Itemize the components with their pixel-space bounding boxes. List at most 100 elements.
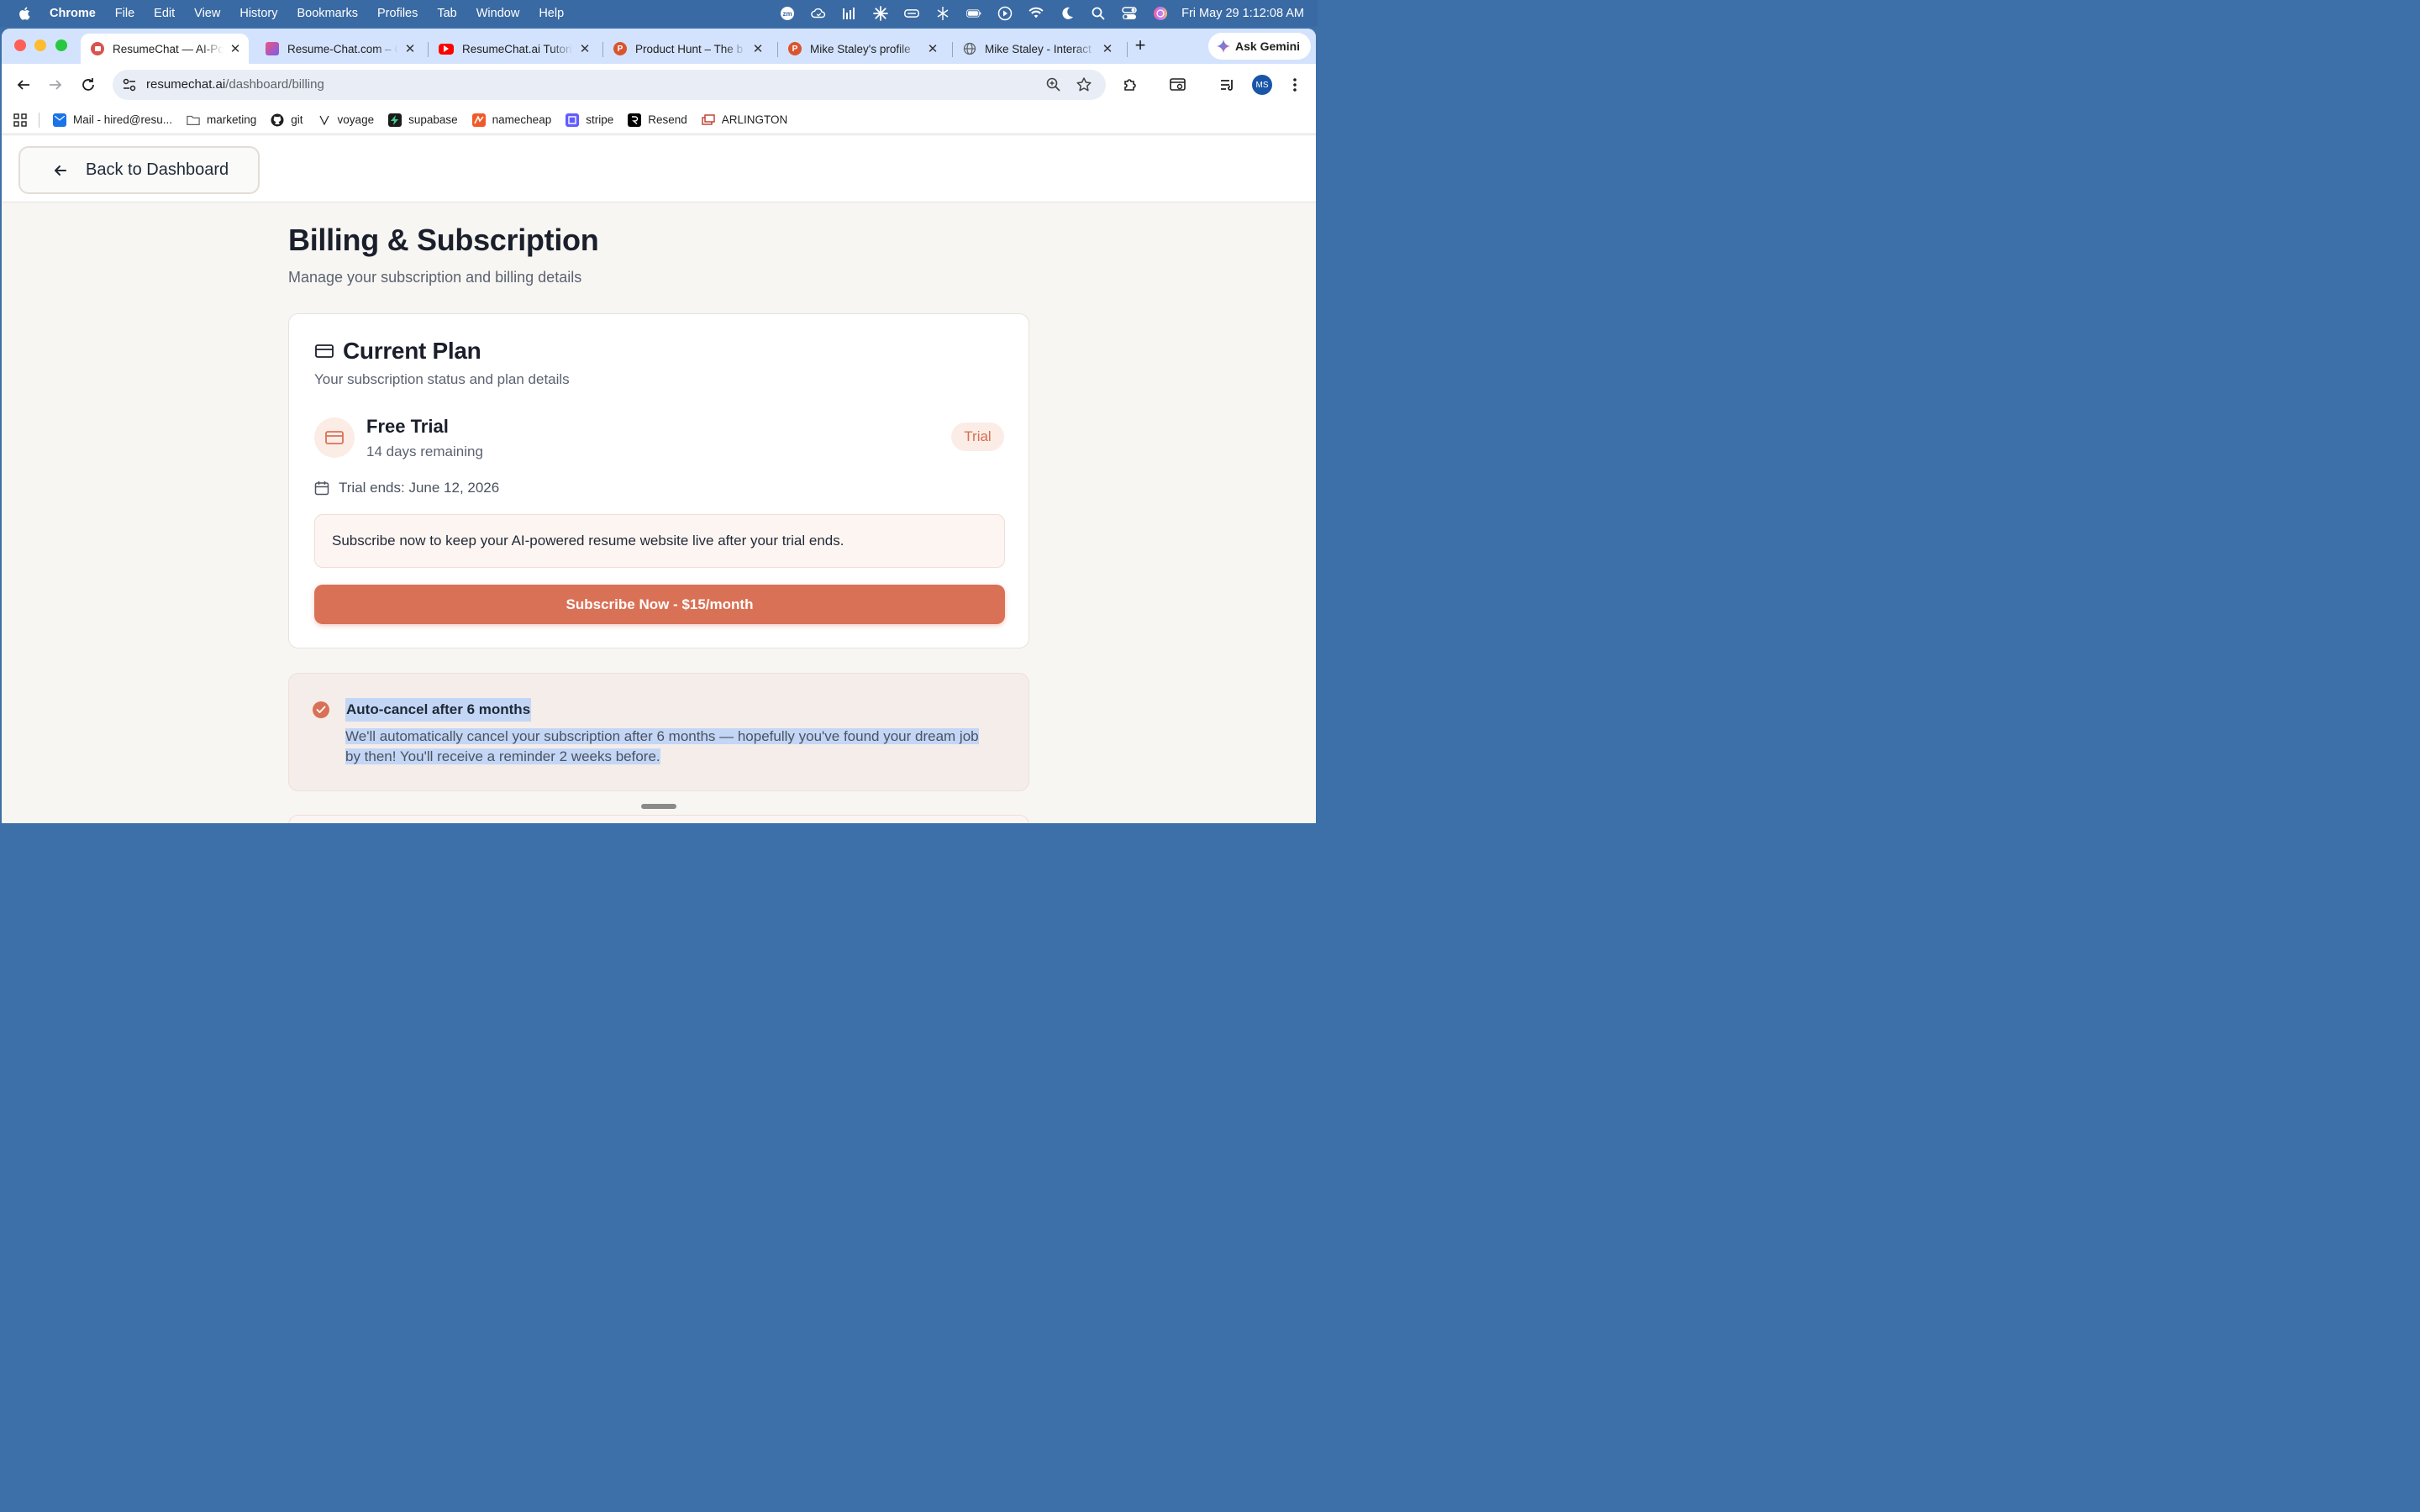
bookmark-git[interactable]: git: [271, 113, 303, 127]
close-tab-icon[interactable]: ✕: [229, 42, 242, 56]
resume-chat-favicon-icon: [266, 42, 279, 55]
auto-cancel-line-2: by then! You'll receive a reminder 2 wee…: [345, 748, 660, 764]
extensions-icon[interactable]: [1120, 75, 1140, 95]
globe-icon: [963, 42, 976, 55]
play-icon[interactable]: [997, 6, 1013, 21]
bookmark-voyage[interactable]: voyage: [318, 113, 374, 127]
github-icon: [271, 113, 284, 127]
close-tab-icon[interactable]: ✕: [751, 42, 765, 56]
zoom-icon[interactable]: zm: [780, 6, 795, 21]
ask-gemini-label: Ask Gemini: [1235, 39, 1301, 53]
tab-search-icon[interactable]: [1168, 75, 1188, 95]
battery-icon: [966, 6, 981, 21]
tab-mike-staley-interactive[interactable]: Mike Staley - Interact ✕: [953, 34, 1121, 64]
spotlight-icon[interactable]: [1091, 6, 1106, 21]
bookmark-namecheap[interactable]: namecheap: [471, 113, 552, 127]
menu-bar-clock[interactable]: Fri May 29 1:12:08 AM: [1181, 7, 1304, 20]
tab-resume-chat-com[interactable]: Resume-Chat.com – C ✕: [255, 34, 424, 64]
control-center-icon[interactable]: [1122, 6, 1137, 21]
tab-mike-staley-profile[interactable]: P Mike Staley's profile ✕: [778, 34, 946, 64]
browser-toolbar: resumechat.ai/dashboard/billing MS: [2, 64, 1316, 106]
new-tab-button[interactable]: +: [1131, 36, 1150, 55]
tab-title: Mike Staley's profile: [810, 42, 911, 55]
address-bar[interactable]: resumechat.ai/dashboard/billing: [113, 70, 1106, 100]
subscribe-now-button[interactable]: Subscribe Now - $15/month: [314, 585, 1005, 624]
wifi-icon[interactable]: [1028, 6, 1044, 21]
menu-history[interactable]: History: [239, 7, 277, 20]
bookmark-resend[interactable]: Resend: [628, 113, 687, 127]
site-info-icon[interactable]: [121, 76, 138, 93]
tab-product-hunt[interactable]: P Product Hunt – The b ✕: [603, 34, 771, 64]
moon-icon[interactable]: [1060, 6, 1075, 21]
ask-gemini-button[interactable]: Ask Gemini: [1208, 33, 1311, 60]
menu-app-name[interactable]: Chrome: [50, 7, 96, 20]
bookmark-mail[interactable]: Mail - hired@resu...: [53, 113, 172, 127]
bookmark-marketing[interactable]: marketing: [187, 113, 256, 127]
product-hunt-icon: P: [788, 42, 802, 55]
close-tab-icon[interactable]: ✕: [578, 42, 592, 56]
bookmark-label: marketing: [207, 113, 257, 126]
billing-page: Back to Dashboard Billing & Subscription…: [2, 136, 1316, 823]
reload-icon[interactable]: [78, 75, 98, 95]
perplexity-icon[interactable]: [935, 6, 950, 21]
bookmark-label: Resend: [648, 113, 687, 126]
bookmark-label: namecheap: [492, 113, 552, 126]
current-plan-heading: Current Plan: [314, 338, 481, 365]
tab-resumechat[interactable]: ResumeChat — AI-Po ✕: [81, 34, 249, 64]
chrome-menu-icon[interactable]: [1285, 75, 1305, 95]
maximize-window-button[interactable]: [55, 39, 67, 51]
cloud-sync-icon[interactable]: [811, 6, 826, 21]
macos-menu-bar: Chrome File Edit View History Bookmarks …: [0, 0, 1318, 27]
activity-icon[interactable]: [842, 6, 857, 21]
back-to-dashboard-label: Back to Dashboard: [86, 160, 229, 179]
resend-icon: [628, 113, 642, 127]
arrow-left-icon: [55, 165, 66, 176]
claude-icon[interactable]: [873, 6, 889, 21]
profile-avatar[interactable]: MS: [1252, 75, 1272, 95]
bookmark-arlington[interactable]: ARLINGTON: [702, 113, 787, 127]
bookmark-stripe[interactable]: stripe: [566, 113, 613, 127]
page-title: Billing & Subscription: [288, 223, 599, 257]
current-plan-title: Current Plan: [343, 338, 481, 364]
menu-profiles[interactable]: Profiles: [377, 7, 418, 20]
bookmark-supabase[interactable]: supabase: [388, 113, 458, 127]
menu-edit[interactable]: Edit: [154, 7, 175, 20]
menu-window[interactable]: Window: [476, 7, 520, 20]
resumechat-favicon-icon: [91, 42, 104, 55]
url-path: /dashboard/billing: [225, 77, 324, 92]
close-tab-icon[interactable]: ✕: [926, 42, 939, 56]
menu-view[interactable]: View: [194, 7, 220, 20]
back-to-dashboard-button[interactable]: Back to Dashboard: [18, 146, 260, 194]
apple-icon[interactable]: [18, 6, 33, 21]
zoom-icon[interactable]: [1045, 76, 1062, 93]
close-window-button[interactable]: [14, 39, 26, 51]
credit-card-icon: [315, 344, 334, 358]
namecheap-icon: [471, 113, 486, 127]
menu-file[interactable]: File: [115, 7, 134, 20]
siri-icon[interactable]: [1153, 6, 1168, 21]
scroll-handle[interactable]: [641, 804, 676, 809]
close-tab-icon[interactable]: ✕: [1101, 42, 1114, 56]
menu-help[interactable]: Help: [539, 7, 564, 20]
product-hunt-icon: P: [613, 42, 627, 55]
tab-title: Resume-Chat.com – C: [287, 42, 398, 55]
tab-title: Product Hunt – The b: [635, 42, 744, 55]
close-tab-icon[interactable]: ✕: [403, 42, 417, 56]
apps-grid-icon[interactable]: [13, 113, 27, 127]
menu-tab[interactable]: Tab: [437, 7, 456, 20]
forward-arrow-icon[interactable]: [45, 75, 66, 95]
plan-days-remaining: 14 days remaining: [366, 444, 483, 459]
bookmark-star-icon[interactable]: [1076, 76, 1092, 93]
current-plan-card: Current Plan Your subscription status an…: [288, 313, 1029, 648]
drive-icon[interactable]: [904, 6, 920, 21]
media-controls-icon[interactable]: [1218, 75, 1238, 95]
tab-youtube-tutorial[interactable]: ResumeChat.ai Tutori ✕: [429, 34, 597, 64]
menu-bookmarks[interactable]: Bookmarks: [297, 7, 358, 20]
minimize-window-button[interactable]: [34, 39, 46, 51]
status-tray: zm Fri May 29 1:12:08 AM: [764, 0, 1304, 27]
back-arrow-icon[interactable]: [13, 75, 34, 95]
bookmarks-bar: Mail - hired@resu... marketing git voyag…: [2, 106, 1316, 134]
plan-avatar: [314, 417, 355, 458]
supabase-icon: [388, 113, 402, 127]
url-text[interactable]: resumechat.ai/dashboard/billing: [146, 77, 324, 92]
